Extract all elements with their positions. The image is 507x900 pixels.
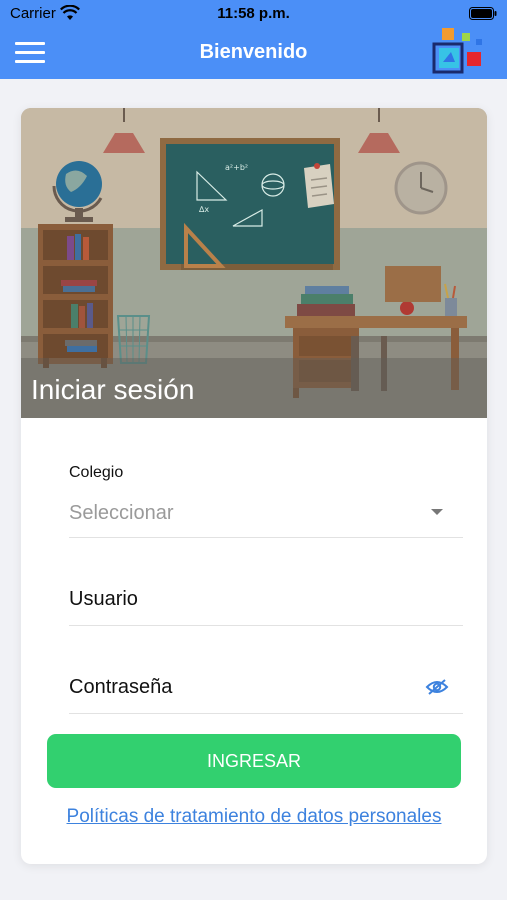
username-input[interactable] [69,579,429,619]
school-select[interactable] [69,488,463,538]
status-time: 11:58 p.m. [217,5,290,22]
battery-icon [469,7,497,20]
status-bar: Carrier 11:58 p.m. [0,0,507,28]
password-input[interactable] [69,667,429,707]
svg-text:∆x: ∆x [198,205,209,214]
svg-text:a²+b²: a²+b² [225,163,248,172]
school-label: Colegio [69,464,124,481]
privacy-policy-link[interactable]: Políticas de tratamiento de datos person… [21,806,487,828]
eye-slash-icon[interactable] [425,678,449,696]
password-underline [69,713,463,714]
username-underline [69,625,463,626]
top-navbar: Bienvenido [0,28,507,79]
school-underline [69,537,463,538]
login-button[interactable]: INGRESAR [47,734,461,788]
login-card: a²+b² ∆x Iniciar sesión Colegio Seleccio… [21,108,487,864]
hero-title: Iniciar sesión [31,374,195,405]
classroom-illustration: a²+b² ∆x Iniciar sesión [21,108,487,418]
app-logo [432,28,482,74]
